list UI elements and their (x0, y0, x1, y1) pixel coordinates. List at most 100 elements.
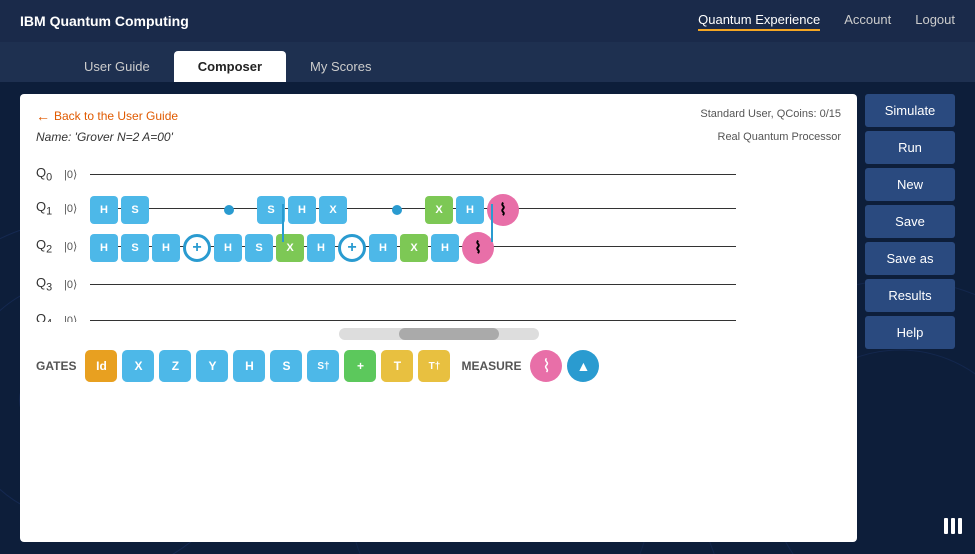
qubit-row-2: Q2 |0⟩ H S H + H (36, 230, 736, 262)
new-button[interactable]: New (865, 168, 955, 201)
measure-q2[interactable]: ⌇ (462, 232, 494, 264)
qubit-row-3: Q3 |0⟩ (36, 268, 736, 300)
gate-s-q2-2[interactable]: S (245, 234, 273, 262)
measure-q1[interactable]: ⌇ (487, 194, 519, 226)
palette-gate-h[interactable]: H (233, 350, 265, 382)
tab-composer[interactable]: Composer (174, 51, 286, 82)
processor-label: Real Quantum Processor (718, 131, 842, 143)
control-dot-1 (224, 205, 234, 215)
gate-h-q1-3[interactable]: H (456, 196, 484, 224)
gate-s-q1-2[interactable]: S (257, 196, 285, 224)
cnot-target-q2-2[interactable]: + (338, 234, 366, 262)
composer-header: ← Back to the User Guide Standard User, … (36, 108, 841, 124)
gate-x-q2-green[interactable]: X (276, 234, 304, 262)
qubit-wire-3 (90, 268, 736, 300)
results-button[interactable]: Results (865, 279, 955, 312)
settings-icon (941, 514, 965, 538)
circuit-name: Name: 'Grover N=2 A=00' (36, 130, 173, 144)
gate-s-q1-1[interactable]: S (121, 196, 149, 224)
cnot-plus-2: + (347, 240, 356, 256)
run-button[interactable]: Run (865, 131, 955, 164)
palette-gate-t[interactable]: T (381, 350, 413, 382)
qubit-state-1: |0⟩ (64, 202, 90, 215)
gate-h-q2-3[interactable]: H (214, 234, 242, 262)
palette-gate-sdagger[interactable]: S† (307, 350, 339, 382)
palette-gate-z[interactable]: Z (159, 350, 191, 382)
qubit-row-1: Q1 |0⟩ H S (36, 192, 736, 224)
palette-measure-standard[interactable]: ▲ (567, 350, 599, 382)
control-dot-2 (392, 205, 402, 215)
gate-x-q1-green[interactable]: X (425, 196, 453, 224)
qubit-label-4: Q4 (36, 311, 64, 322)
gates-palette: GATES Id X Z Y H S S† + T T† MEASURE ⌇ ▲ (36, 350, 841, 382)
circuit-container[interactable]: Q0 |0⟩ Q1 |0⟩ H S (36, 152, 841, 322)
bottom-right-icon[interactable] (941, 514, 965, 544)
qubit-label-1: Q1 (36, 199, 64, 218)
qubit-label-0: Q0 (36, 165, 64, 184)
gates-label: GATES (36, 359, 76, 373)
gates-q2: H S H + H S X H (90, 232, 494, 264)
gate-h-q2-2[interactable]: H (152, 234, 180, 262)
wire-line-0 (90, 174, 736, 175)
nav-logout[interactable]: Logout (915, 12, 955, 31)
back-link[interactable]: ← Back to the User Guide (36, 108, 178, 124)
save-button[interactable]: Save (865, 205, 955, 238)
qubit-state-2: |0⟩ (64, 240, 90, 253)
palette-gate-plus[interactable]: + (344, 350, 376, 382)
qubit-wire-1: H S S H X (90, 192, 736, 224)
qubit-state-3: |0⟩ (64, 278, 90, 291)
help-button[interactable]: Help (865, 316, 955, 349)
qubit-wire-4 (90, 304, 736, 322)
qubit-wire-0 (90, 158, 736, 190)
qubit-row-4: Q4 |0⟩ (36, 304, 736, 322)
brand-name: IBM Quantum Computing (20, 13, 189, 29)
save-as-button[interactable]: Save as (865, 242, 955, 275)
palette-gate-y[interactable]: Y (196, 350, 228, 382)
wire-line-4 (90, 320, 736, 321)
gate-x-q2-green2[interactable]: X (400, 234, 428, 262)
back-arrow-icon: ← (36, 108, 50, 124)
gate-h-q1-2[interactable]: H (288, 196, 316, 224)
nav-quantum-experience[interactable]: Quantum Experience (698, 12, 820, 31)
wire-line-3 (90, 284, 736, 285)
gate-s-q2-1[interactable]: S (121, 234, 149, 262)
topnav: IBM Quantum Computing Quantum Experience… (0, 0, 975, 42)
scrollbar-track[interactable] (339, 328, 539, 340)
brand: IBM Quantum Computing (20, 13, 189, 29)
qubit-state-4: |0⟩ (64, 314, 90, 323)
control-q1-2 (383, 196, 411, 224)
topnav-links: Quantum Experience Account Logout (698, 12, 955, 31)
gate-h-q2-5[interactable]: H (307, 234, 335, 262)
scrollbar-thumb[interactable] (399, 328, 499, 340)
gates-q1: H S S H X (90, 194, 519, 226)
palette-gate-id[interactable]: Id (85, 350, 117, 382)
palette-gate-s[interactable]: S (270, 350, 302, 382)
qubit-state-0: |0⟩ (64, 168, 90, 181)
composer-panel: ← Back to the User Guide Standard User, … (20, 94, 857, 542)
tab-my-scores[interactable]: My Scores (286, 51, 395, 82)
tab-user-guide[interactable]: User Guide (60, 51, 174, 82)
gate-h-q2-6[interactable]: H (369, 234, 397, 262)
gate-h-q2-1[interactable]: H (90, 234, 118, 262)
user-info: Standard User, QCoins: 0/15 (700, 108, 841, 120)
simulate-button[interactable]: Simulate (865, 94, 955, 127)
scrollbar-area (36, 328, 841, 340)
palette-measure-bloch[interactable]: ⌇ (530, 350, 562, 382)
gate-h-q2-7[interactable]: H (431, 234, 459, 262)
cnot-plus-1: + (192, 240, 201, 256)
nav-account[interactable]: Account (844, 12, 891, 31)
main-content: ← Back to the User Guide Standard User, … (0, 82, 975, 554)
gate-h-q1-1[interactable]: H (90, 196, 118, 224)
qubit-label-3: Q3 (36, 275, 64, 294)
back-label: Back to the User Guide (54, 109, 178, 123)
sidebar-buttons: Simulate Run New Save Save as Results He… (865, 94, 955, 542)
gate-x-q1-1[interactable]: X (319, 196, 347, 224)
control-q1-1 (215, 196, 243, 224)
palette-gate-x[interactable]: X (122, 350, 154, 382)
measure-label: MEASURE (461, 359, 521, 373)
circuit-inner: Q0 |0⟩ Q1 |0⟩ H S (36, 152, 736, 322)
qubit-wire-2: H S H + H S X H (90, 230, 736, 262)
tabbar: User Guide Composer My Scores (0, 42, 975, 82)
palette-gate-tdagger[interactable]: T† (418, 350, 450, 382)
cnot-target-q2-1[interactable]: + (183, 234, 211, 262)
